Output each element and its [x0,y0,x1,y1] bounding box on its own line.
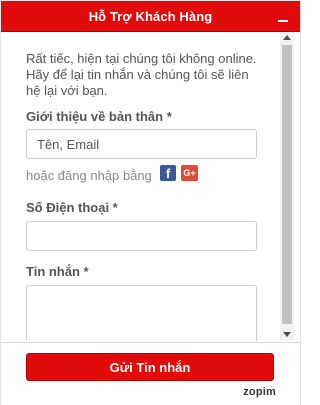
message-input[interactable] [27,286,256,341]
send-message-button[interactable]: Gửi Tin nhắn [26,353,274,381]
message-label: Tin nhắn * [26,264,89,279]
chat-widget: Hỗ Trợ Khách Hàng Rất tiếc, hiện tại chú… [0,0,301,405]
offline-form: Rất tiếc, hiện tại chúng tôi không onlin… [1,32,279,341]
offline-message: Rất tiếc, hiện tại chúng tôi không onlin… [26,51,257,98]
about-input[interactable] [27,130,256,158]
phone-label: Số Điện thoại * [26,200,118,215]
chat-header[interactable]: Hỗ Trợ Khách Hàng [1,1,300,32]
phone-input[interactable] [27,222,256,250]
scroll-down-arrow-icon[interactable] [283,332,291,337]
facebook-icon[interactable]: f [160,165,176,181]
google-plus-icon[interactable]: G+ [181,165,198,181]
chat-footer: Gửi Tin nhắn zopim [1,342,300,405]
about-field[interactable] [26,129,257,159]
zopim-logo[interactable]: zopim [243,386,276,398]
header-title: Hỗ Trợ Khách Hàng [88,9,213,24]
about-label: Giới thiệu về bản thân * [26,109,172,124]
scrollbar[interactable] [280,32,294,341]
minimize-icon[interactable] [276,9,290,23]
message-field[interactable] [26,285,257,341]
social-login-text: hoặc đăng nhập bằng [26,168,152,183]
phone-field[interactable] [26,221,257,251]
scroll-thumb[interactable] [282,45,292,324]
scroll-up-arrow-icon[interactable] [283,35,291,40]
